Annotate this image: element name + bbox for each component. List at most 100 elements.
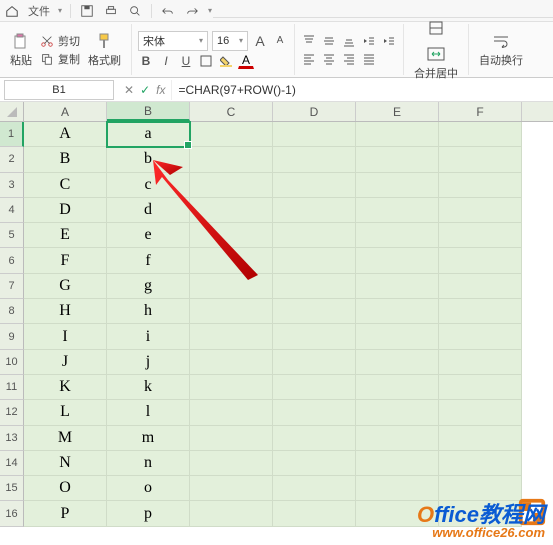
cell[interactable] [356, 451, 439, 476]
col-header-f[interactable]: F [439, 102, 522, 121]
cell[interactable]: N [24, 451, 107, 476]
align-left-icon[interactable] [301, 51, 317, 67]
cell[interactable]: k [107, 375, 190, 400]
cell[interactable] [273, 426, 356, 451]
cell[interactable] [356, 122, 439, 147]
row-header[interactable]: 2 [0, 147, 24, 172]
save-icon[interactable] [79, 3, 95, 19]
cell[interactable] [190, 299, 273, 324]
row-header[interactable]: 5 [0, 223, 24, 248]
print-icon[interactable] [103, 3, 119, 19]
cell[interactable] [356, 501, 439, 526]
font-size-select[interactable]: 16▾ [212, 31, 248, 51]
cell[interactable]: G [24, 274, 107, 299]
cell[interactable] [190, 451, 273, 476]
cell[interactable]: b [107, 147, 190, 172]
cell[interactable] [190, 248, 273, 273]
align-right-icon[interactable] [341, 51, 357, 67]
cell[interactable] [273, 400, 356, 425]
cell[interactable]: o [107, 476, 190, 501]
cell[interactable] [190, 223, 273, 248]
cell[interactable] [439, 400, 522, 425]
row-header[interactable]: 10 [0, 350, 24, 375]
copy-button[interactable]: 复制 [40, 51, 80, 67]
cell[interactable]: c [107, 173, 190, 198]
cell[interactable] [356, 223, 439, 248]
cell[interactable] [439, 299, 522, 324]
cell[interactable]: D [24, 198, 107, 223]
col-header-c[interactable]: C [190, 102, 273, 121]
cell[interactable] [273, 173, 356, 198]
bold-button[interactable]: B [138, 53, 154, 69]
cell[interactable] [190, 198, 273, 223]
home-icon[interactable] [4, 3, 20, 19]
redo-icon[interactable] [184, 3, 200, 19]
decrease-font-icon[interactable]: A [272, 33, 288, 49]
cell[interactable] [439, 476, 522, 501]
cell[interactable] [356, 426, 439, 451]
cancel-icon[interactable]: ✕ [124, 83, 134, 97]
row-header[interactable]: 1 [0, 122, 24, 147]
cell[interactable]: d [107, 198, 190, 223]
cell[interactable]: L [24, 400, 107, 425]
col-header-b[interactable]: B [107, 102, 190, 121]
cell[interactable] [273, 451, 356, 476]
cell[interactable] [356, 147, 439, 172]
formula-bar[interactable]: =CHAR(97+ROW()-1) [171, 80, 553, 100]
cut-button[interactable]: 剪切 [40, 33, 80, 49]
format-painter-button[interactable]: 格式刷 [84, 29, 125, 70]
justify-icon[interactable] [361, 51, 377, 67]
cell[interactable] [439, 426, 522, 451]
row-header[interactable]: 9 [0, 324, 24, 349]
row-header[interactable]: 12 [0, 400, 24, 425]
cell[interactable] [273, 350, 356, 375]
cell[interactable]: C [24, 173, 107, 198]
cell[interactable]: e [107, 223, 190, 248]
cell[interactable] [273, 476, 356, 501]
cell[interactable]: I [24, 324, 107, 349]
cell[interactable] [273, 198, 356, 223]
underline-button[interactable]: U [178, 53, 194, 69]
cell[interactable] [273, 147, 356, 172]
cell[interactable] [190, 173, 273, 198]
row-header[interactable]: 3 [0, 173, 24, 198]
merge-center-button[interactable]: 合并居中 [410, 42, 462, 83]
cell[interactable]: H [24, 299, 107, 324]
cell[interactable] [439, 223, 522, 248]
cell[interactable] [356, 173, 439, 198]
font-color-button[interactable]: A [238, 53, 254, 69]
row-header[interactable]: 4 [0, 198, 24, 223]
cell[interactable]: K [24, 375, 107, 400]
cell[interactable] [439, 350, 522, 375]
cell[interactable] [439, 173, 522, 198]
indent-increase-icon[interactable] [381, 33, 397, 49]
accept-icon[interactable]: ✓ [140, 83, 150, 97]
cell[interactable] [356, 324, 439, 349]
cell[interactable]: P [24, 501, 107, 526]
cell[interactable] [190, 350, 273, 375]
cell[interactable] [439, 501, 522, 526]
align-top-icon[interactable] [301, 33, 317, 49]
increase-font-icon[interactable]: A [252, 33, 268, 49]
cell[interactable] [439, 147, 522, 172]
cell[interactable]: l [107, 400, 190, 425]
italic-button[interactable]: I [158, 53, 174, 69]
cell[interactable]: B [24, 147, 107, 172]
cell[interactable] [273, 501, 356, 526]
align-middle-icon[interactable] [321, 33, 337, 49]
row-header[interactable]: 15 [0, 476, 24, 501]
cell[interactable]: m [107, 426, 190, 451]
cell[interactable] [356, 274, 439, 299]
cell[interactable] [273, 248, 356, 273]
name-box[interactable]: B1 [4, 80, 114, 100]
cell[interactable] [190, 476, 273, 501]
row-header[interactable]: 14 [0, 451, 24, 476]
cell[interactable] [356, 198, 439, 223]
cell[interactable]: A [24, 122, 107, 147]
cell[interactable] [439, 198, 522, 223]
select-all-corner[interactable] [0, 102, 24, 121]
chevron-down-icon[interactable]: ▾ [58, 6, 62, 15]
row-header[interactable]: 8 [0, 299, 24, 324]
cell[interactable] [190, 147, 273, 172]
cell[interactable] [356, 299, 439, 324]
